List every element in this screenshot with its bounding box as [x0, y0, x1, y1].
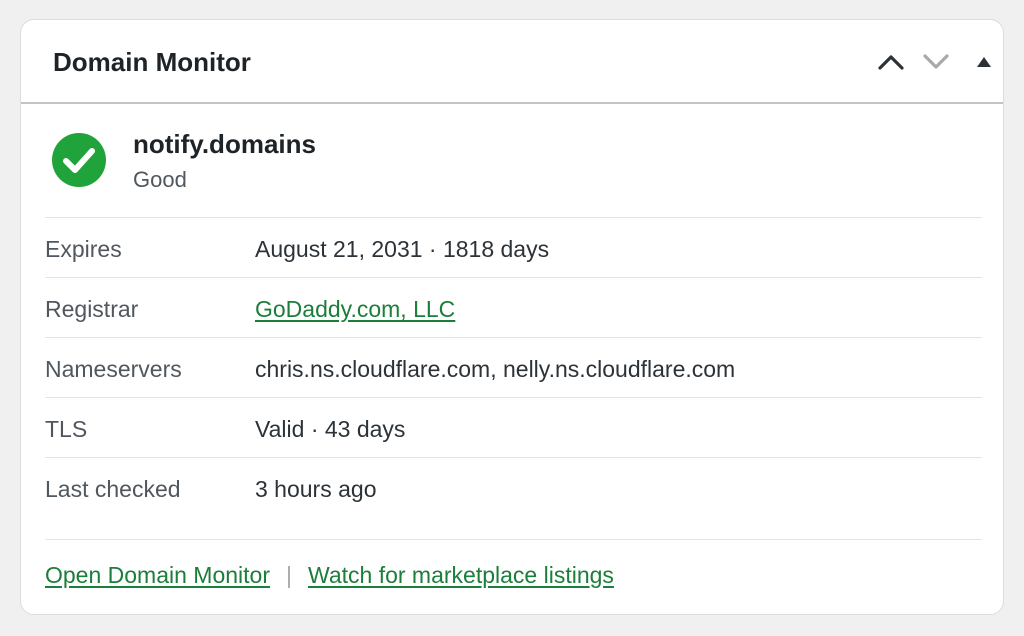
detail-value-wrapper: GoDaddy.com, LLC [255, 294, 455, 324]
widget-footer: Open Domain Monitor | Watch for marketplac… [45, 539, 982, 600]
chevron-up-icon [878, 55, 904, 70]
domain-status-row: notify.domains Good [45, 118, 982, 218]
check-circle-icon [52, 133, 106, 187]
link-separator: | [286, 562, 292, 588]
open-domain-monitor-link[interactable]: Open Domain Monitor [45, 562, 270, 588]
detail-row-last-checked: Last checked 3 hours ago [45, 458, 982, 518]
detail-row-registrar: Registrar GoDaddy.com, LLC [45, 278, 982, 338]
detail-label: TLS [45, 416, 88, 442]
chevron-down-icon [923, 54, 949, 69]
detail-value: 3 hours ago [255, 476, 377, 502]
watch-marketplace-link[interactable]: Watch for marketplace listings [308, 562, 614, 588]
detail-value: August 21, 2031 · 1818 days [255, 236, 550, 262]
detail-value: Valid · 43 days [255, 416, 406, 442]
detail-label: Registrar [45, 296, 139, 322]
triangle-up-icon [977, 57, 991, 67]
move-up-button[interactable] [875, 46, 907, 78]
detail-row-expires: Expires August 21, 2031 · 1818 days [45, 218, 982, 278]
detail-label: Expires [45, 236, 122, 262]
detail-row-nameservers: Nameservers chris.ns.cloudflare.com, nel… [45, 338, 982, 398]
widget-title: Domain Monitor [53, 47, 251, 77]
detail-label: Last checked [45, 476, 181, 502]
domain-monitor-widget: Domain Monitor notify.domains Good Expir… [20, 19, 1004, 615]
registrar-link[interactable]: GoDaddy.com, LLC [255, 296, 455, 322]
widget-header: Domain Monitor [21, 20, 1003, 104]
details-table: Expires August 21, 2031 · 1818 days Regi… [45, 218, 982, 518]
footer-links: Open Domain Monitor | Watch for marketplac… [45, 560, 614, 590]
toggle-panel-button[interactable] [968, 46, 1000, 78]
domain-status-label: Good [133, 167, 187, 192]
detail-value: chris.ns.cloudflare.com, nelly.ns.cloudf… [255, 356, 736, 382]
domain-name: notify.domains [133, 129, 316, 159]
move-down-button[interactable] [920, 46, 952, 78]
detail-label: Nameservers [45, 356, 182, 382]
detail-row-tls: TLS Valid · 43 days [45, 398, 982, 458]
